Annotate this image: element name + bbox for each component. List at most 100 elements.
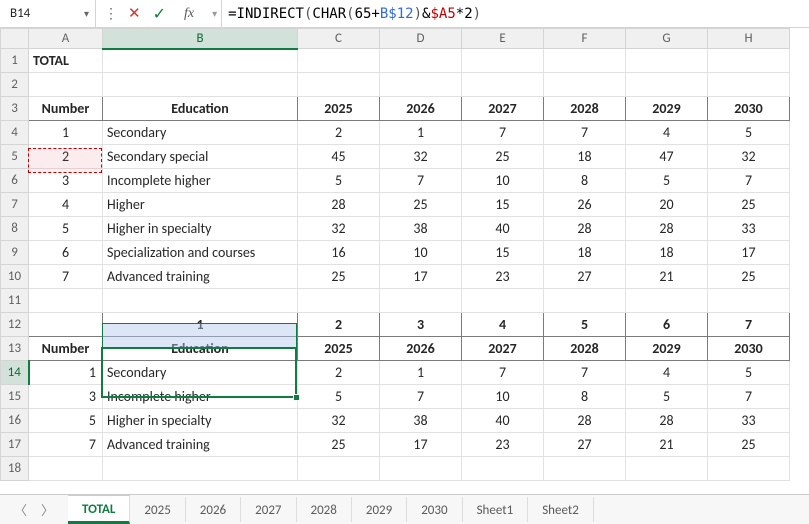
cell-C8[interactable]: 32 bbox=[298, 217, 380, 241]
cell-B4[interactable]: Secondary bbox=[103, 121, 298, 145]
cell-E17[interactable]: 23 bbox=[462, 433, 544, 457]
cell-E7[interactable]: 15 bbox=[462, 193, 544, 217]
cell-A8[interactable]: 5 bbox=[29, 217, 103, 241]
cell[interactable] bbox=[103, 73, 298, 97]
cell-D5[interactable]: 32 bbox=[380, 145, 462, 169]
cell-F15[interactable]: 8 bbox=[544, 385, 626, 409]
cell-C15[interactable]: 5 bbox=[298, 385, 380, 409]
cell-G16[interactable]: 28 bbox=[626, 409, 708, 433]
col-header-E[interactable]: E bbox=[462, 29, 544, 49]
sheet-tab-2025[interactable]: 2025 bbox=[130, 497, 185, 522]
cell-C17[interactable]: 25 bbox=[298, 433, 380, 457]
cell-E10[interactable]: 23 bbox=[462, 265, 544, 289]
cell-B12[interactable]: 1 bbox=[103, 313, 298, 337]
cell-C13[interactable]: 2025 bbox=[298, 337, 380, 361]
cell-G17[interactable]: 21 bbox=[626, 433, 708, 457]
select-all-corner[interactable] bbox=[1, 29, 29, 49]
cell-F17[interactable]: 27 bbox=[544, 433, 626, 457]
cell-H4[interactable]: 5 bbox=[708, 121, 790, 145]
cell-F13[interactable]: 2028 bbox=[544, 337, 626, 361]
cell-F10[interactable]: 27 bbox=[544, 265, 626, 289]
cell-F6[interactable]: 8 bbox=[544, 169, 626, 193]
cell-G5[interactable]: 47 bbox=[626, 145, 708, 169]
cell-H14[interactable]: 5 bbox=[708, 361, 790, 385]
row-header-17[interactable]: 17 bbox=[1, 433, 29, 457]
sheet-tab-2028[interactable]: 2028 bbox=[297, 497, 352, 522]
fx-label[interactable]: fx bbox=[178, 6, 200, 22]
cell-E8[interactable]: 40 bbox=[462, 217, 544, 241]
cell-E16[interactable]: 40 bbox=[462, 409, 544, 433]
cell[interactable] bbox=[626, 73, 708, 97]
cell-F5[interactable]: 18 bbox=[544, 145, 626, 169]
cell-E3[interactable]: 2027 bbox=[462, 97, 544, 121]
cell-A9[interactable]: 6 bbox=[29, 241, 103, 265]
cell-H13[interactable]: 2030 bbox=[708, 337, 790, 361]
col-header-G[interactable]: G bbox=[626, 29, 708, 49]
cell-A17[interactable]: 7 bbox=[29, 433, 103, 457]
cancel-icon[interactable]: ✕ bbox=[128, 4, 141, 23]
cell-A1[interactable]: TOTAL bbox=[29, 49, 103, 73]
cell-C4[interactable]: 2 bbox=[298, 121, 380, 145]
cell-H16[interactable]: 33 bbox=[708, 409, 790, 433]
cell-D3[interactable]: 2026 bbox=[380, 97, 462, 121]
cell-D10[interactable]: 17 bbox=[380, 265, 462, 289]
cell-D6[interactable]: 7 bbox=[380, 169, 462, 193]
row-header-5[interactable]: 5 bbox=[1, 145, 29, 169]
cell-A16[interactable]: 5 bbox=[29, 409, 103, 433]
col-header-A[interactable]: A bbox=[29, 29, 103, 49]
cell[interactable] bbox=[298, 49, 380, 73]
chevron-down-icon[interactable]: ▾ bbox=[84, 7, 89, 20]
cell-E5[interactable]: 25 bbox=[462, 145, 544, 169]
cell[interactable] bbox=[103, 289, 298, 313]
cell[interactable] bbox=[626, 49, 708, 73]
row-header-4[interactable]: 4 bbox=[1, 121, 29, 145]
spreadsheet-grid[interactable]: A B C D E F G H 1 TOTAL 2 3 Number Educa… bbox=[0, 28, 809, 481]
cell[interactable] bbox=[462, 289, 544, 313]
cell-D15[interactable]: 7 bbox=[380, 385, 462, 409]
cell-B9[interactable]: Specialization and courses bbox=[103, 241, 298, 265]
cell[interactable] bbox=[708, 289, 790, 313]
cell[interactable] bbox=[298, 73, 380, 97]
cell-B10[interactable]: Advanced training bbox=[103, 265, 298, 289]
cell-H3[interactable]: 2030 bbox=[708, 97, 790, 121]
cell-F9[interactable]: 18 bbox=[544, 241, 626, 265]
cell[interactable] bbox=[708, 73, 790, 97]
cell[interactable] bbox=[298, 289, 380, 313]
cell[interactable] bbox=[103, 49, 298, 73]
cell-E14[interactable]: 7 bbox=[462, 361, 544, 385]
cell[interactable] bbox=[626, 457, 708, 481]
cell-A14[interactable]: 1 bbox=[29, 361, 103, 385]
cell-G15[interactable]: 5 bbox=[626, 385, 708, 409]
cell-B8[interactable]: Higher in specialty bbox=[103, 217, 298, 241]
cell-H6[interactable]: 7 bbox=[708, 169, 790, 193]
cell-G3[interactable]: 2029 bbox=[626, 97, 708, 121]
cell-D7[interactable]: 25 bbox=[380, 193, 462, 217]
row-header-12[interactable]: 12 bbox=[1, 313, 29, 337]
row-header-1[interactable]: 1 bbox=[1, 49, 29, 73]
cell-A7[interactable]: 4 bbox=[29, 193, 103, 217]
cell-B3[interactable]: Education bbox=[103, 97, 298, 121]
sheet-tab-2026[interactable]: 2026 bbox=[186, 497, 241, 522]
cell-H5[interactable]: 32 bbox=[708, 145, 790, 169]
row-header-13[interactable]: 13 bbox=[1, 337, 29, 361]
cell-C12[interactable]: 2 bbox=[298, 313, 380, 337]
cell-G13[interactable]: 2029 bbox=[626, 337, 708, 361]
cell-A12[interactable] bbox=[29, 313, 103, 337]
cell[interactable] bbox=[626, 289, 708, 313]
cell[interactable] bbox=[708, 49, 790, 73]
col-header-F[interactable]: F bbox=[544, 29, 626, 49]
cell[interactable] bbox=[380, 289, 462, 313]
cell-H10[interactable]: 25 bbox=[708, 265, 790, 289]
cell-C16[interactable]: 32 bbox=[298, 409, 380, 433]
cell[interactable] bbox=[462, 49, 544, 73]
cell-A10[interactable]: 7 bbox=[29, 265, 103, 289]
cell[interactable] bbox=[29, 457, 103, 481]
cell-B14[interactable]: Secondary bbox=[103, 361, 298, 385]
col-header-D[interactable]: D bbox=[380, 29, 462, 49]
cell[interactable] bbox=[462, 457, 544, 481]
cell-H15[interactable]: 7 bbox=[708, 385, 790, 409]
cell-F4[interactable]: 7 bbox=[544, 121, 626, 145]
cell-G12[interactable]: 6 bbox=[626, 313, 708, 337]
cell-H17[interactable]: 25 bbox=[708, 433, 790, 457]
cell[interactable] bbox=[29, 73, 103, 97]
